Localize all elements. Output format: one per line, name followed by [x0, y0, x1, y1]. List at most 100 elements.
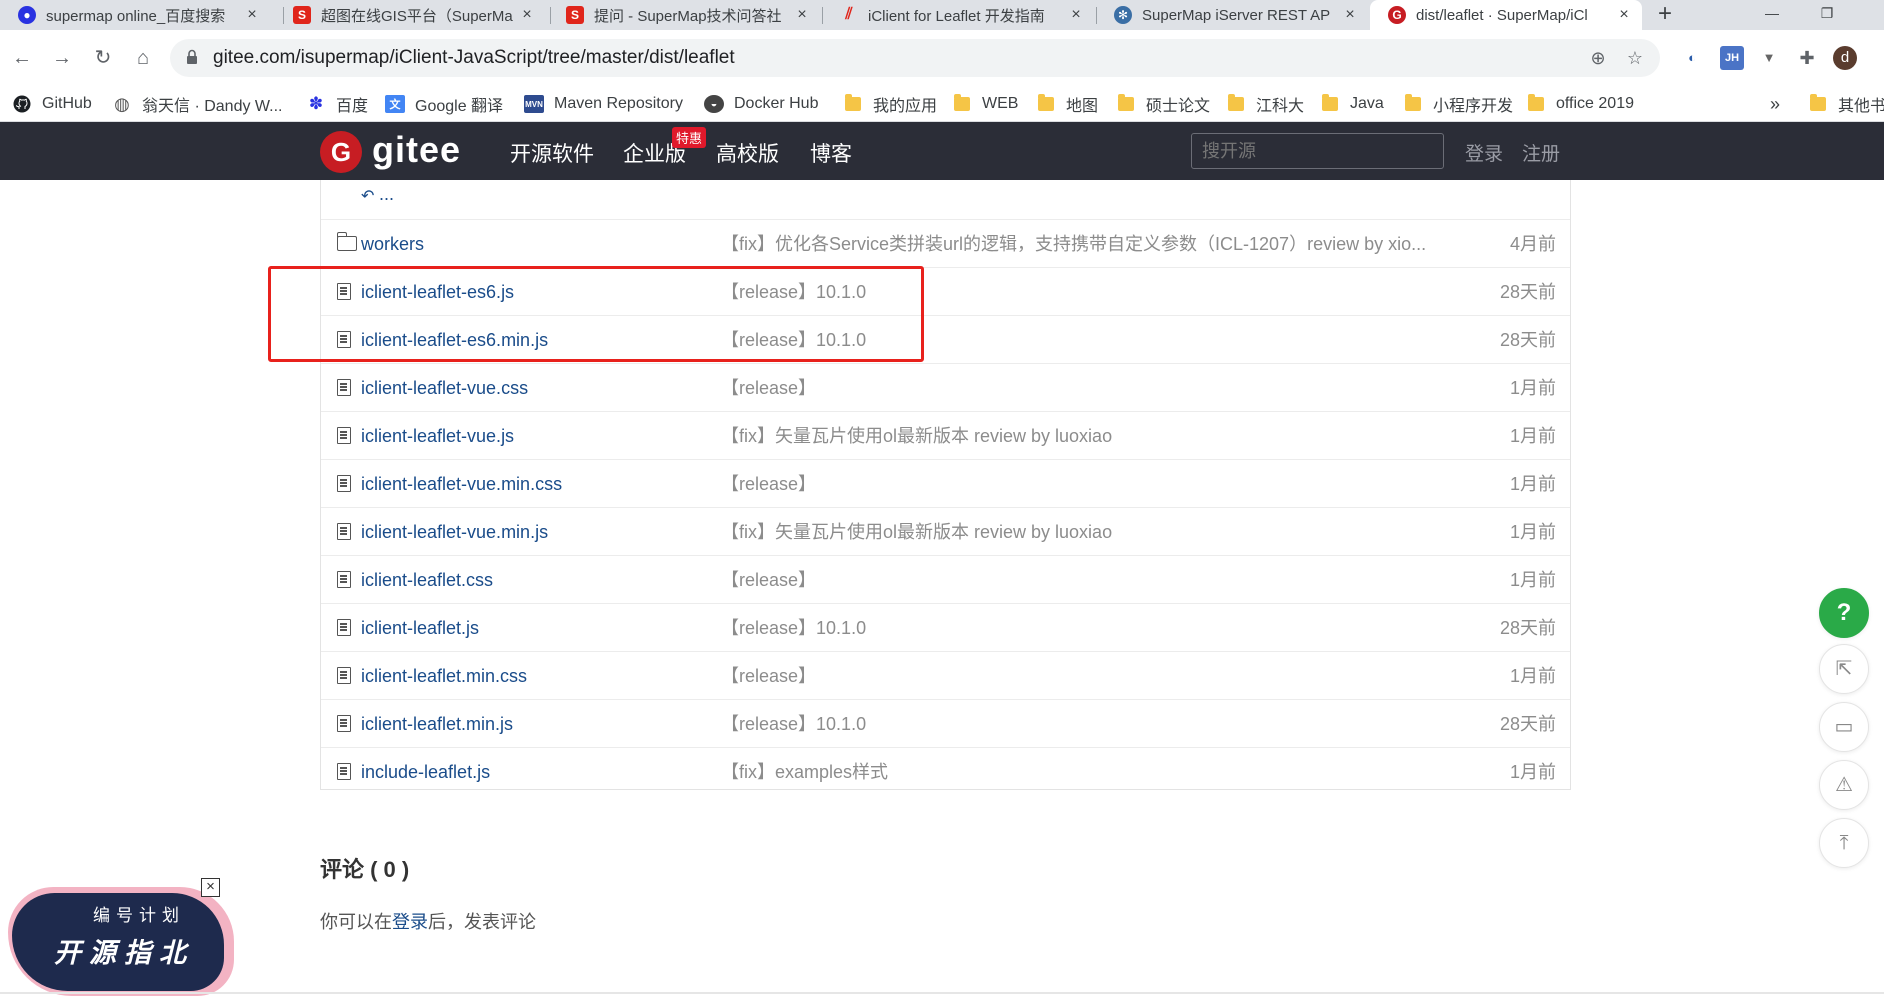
file-name[interactable]: include-leaflet.js: [361, 748, 490, 796]
commit-message[interactable]: 【release】10.1.0: [721, 604, 866, 652]
tab-baidu-search[interactable]: ● supermap online_百度搜索 ×: [0, 0, 270, 30]
bookmark-folder-miniprogram[interactable]: 小程序开发: [1403, 86, 1513, 122]
file-name[interactable]: workers: [361, 220, 424, 268]
file-name[interactable]: iclient-leaflet-vue.js: [361, 412, 514, 460]
bookmark-folder-jkd[interactable]: 江科大: [1226, 86, 1304, 122]
file-name[interactable]: iclient-leaflet.min.js: [361, 700, 513, 748]
parent-directory-link[interactable]: ...: [379, 184, 394, 205]
translate-icon[interactable]: ⊕: [1588, 48, 1608, 68]
file-name[interactable]: iclient-leaflet.min.css: [361, 652, 527, 700]
search-input[interactable]: [1191, 133, 1444, 169]
file-row[interactable]: iclient-leaflet-vue.css 【release】 1月前: [321, 364, 1570, 412]
extension-jh-icon[interactable]: JH: [1720, 46, 1744, 70]
bookmark-other[interactable]: 其他书: [1808, 86, 1884, 122]
minimize-icon[interactable]: —: [1747, 0, 1797, 30]
tab-iclient-guide[interactable]: ⫽ iClient for Leaflet 开发指南 ×: [822, 0, 1094, 30]
feedback-chat-icon[interactable]: ▭: [1819, 702, 1869, 752]
tab-close-icon[interactable]: ×: [794, 6, 810, 24]
commit-message[interactable]: 【fix】优化各Service类拼装url的逻辑，支持携带自定义参数（ICL-1…: [721, 220, 1426, 268]
extension-globe-icon[interactable]: ◐: [1680, 46, 1704, 70]
comments-prompt-prefix: 你可以在: [320, 912, 392, 932]
file-row[interactable]: iclient-leaflet.js 【release】10.1.0 28天前: [321, 604, 1570, 652]
file-icon: [337, 763, 351, 780]
bookmark-folder-map[interactable]: 地图: [1036, 86, 1098, 122]
nav-education[interactable]: 高校版: [716, 138, 779, 168]
file-name[interactable]: iclient-leaflet-vue.css: [361, 364, 528, 412]
tab-close-icon[interactable]: ×: [1616, 6, 1632, 24]
register-link[interactable]: 注册: [1522, 139, 1560, 166]
help-button[interactable]: ?: [1819, 588, 1869, 638]
file-row[interactable]: include-leaflet.js 【fix】examples样式 1月前: [321, 748, 1570, 796]
tab-close-icon[interactable]: ×: [1068, 6, 1084, 24]
home-icon[interactable]: ⌂: [128, 43, 158, 73]
commit-age: 1月前: [1509, 762, 1556, 782]
bookmark-docker-hub[interactable]: ◒ Docker Hub: [704, 86, 818, 122]
bookmark-star-icon[interactable]: ☆: [1625, 48, 1645, 68]
tab-gitee-dist-leaflet[interactable]: G dist/leaflet · SuperMap/iCl ×: [1370, 0, 1642, 30]
tab-supermap-online[interactable]: S 超图在线GIS平台（SuperMa ×: [275, 0, 545, 30]
bookmark-folder-apps[interactable]: 我的应用: [843, 86, 937, 122]
gitee-logo-icon[interactable]: G: [320, 131, 362, 173]
comments-login-link[interactable]: 登录: [392, 912, 428, 932]
extension-vue-icon[interactable]: ▼: [1757, 46, 1781, 70]
browser-toolbar: ← → ↻ ⌂ gitee.com/isupermap/iClient-Java…: [0, 30, 1884, 86]
address-bar[interactable]: gitee.com/isupermap/iClient-JavaScript/t…: [170, 39, 1660, 77]
commit-age: 28天前: [1499, 330, 1556, 350]
file-row[interactable]: workers 【fix】优化各Service类拼装url的逻辑，支持携带自定义…: [321, 220, 1570, 268]
report-warning-icon[interactable]: ⚠: [1819, 760, 1869, 810]
login-link[interactable]: 登录: [1465, 139, 1503, 166]
parent-directory-row[interactable]: ↶ ...: [321, 180, 1570, 220]
bookmark-maven[interactable]: MVN Maven Repository: [524, 86, 683, 122]
file-row[interactable]: iclient-leaflet.css 【release】 1月前: [321, 556, 1570, 604]
tab-close-icon[interactable]: ×: [519, 6, 535, 24]
commit-message[interactable]: 【release】: [721, 460, 816, 508]
restore-icon[interactable]: ❐: [1802, 0, 1852, 30]
promo-close-icon[interactable]: ×: [201, 878, 220, 897]
file-name[interactable]: iclient-leaflet-vue.min.js: [361, 508, 548, 556]
tab-title: iClient for Leaflet 开发指南: [868, 7, 1045, 25]
commit-message[interactable]: 【fix】矢量瓦片使用ol最新版本 review by luoxiao: [721, 508, 1112, 556]
bookmark-folder-thesis[interactable]: 硕士论文: [1116, 86, 1210, 122]
gitee-brand[interactable]: gitee: [372, 129, 461, 171]
bookmark-folder-web[interactable]: WEB: [952, 86, 1018, 122]
back-to-top-icon[interactable]: ⤒: [1819, 818, 1869, 868]
commit-message[interactable]: 【release】: [721, 364, 816, 412]
share-icon[interactable]: ⇱: [1819, 644, 1869, 694]
tab-close-icon[interactable]: ×: [1342, 6, 1358, 24]
file-row[interactable]: iclient-leaflet-vue.min.js 【fix】矢量瓦片使用ol…: [321, 508, 1570, 556]
file-name[interactable]: iclient-leaflet.js: [361, 604, 479, 652]
bookmark-baidu[interactable]: ✽ 百度: [306, 86, 368, 122]
file-row[interactable]: iclient-leaflet-vue.js 【fix】矢量瓦片使用ol最新版本…: [321, 412, 1570, 460]
nav-blog[interactable]: 博客: [810, 138, 852, 168]
open-source-guide-promo[interactable]: 编号计划 开源指北 ×: [8, 878, 234, 996]
commit-message[interactable]: 【release】: [721, 652, 816, 700]
bookmark-folder-java[interactable]: Java: [1320, 86, 1384, 122]
tab-iserver-rest[interactable]: ✻ SuperMap iServer REST AP ×: [1096, 0, 1368, 30]
bookmark-label: Google 翻译: [415, 98, 504, 115]
reload-icon[interactable]: ↻: [88, 43, 118, 73]
commit-message[interactable]: 【release】: [721, 556, 816, 604]
file-row[interactable]: iclient-leaflet.min.js 【release】10.1.0 2…: [321, 700, 1570, 748]
commit-message[interactable]: 【fix】矢量瓦片使用ol最新版本 review by luoxiao: [721, 412, 1112, 460]
file-icon: [337, 475, 351, 492]
bookmarks-overflow-chevron-icon[interactable]: »: [1770, 86, 1780, 122]
profile-avatar[interactable]: d: [1833, 46, 1857, 70]
new-tab-button[interactable]: +: [1650, 0, 1680, 30]
back-arrow-icon: ↶: [361, 188, 375, 205]
bookmark-github[interactable]: GitHub: [12, 86, 92, 122]
bookmark-folder-office[interactable]: office 2019: [1526, 86, 1634, 122]
bookmark-google-translate[interactable]: 文 Google 翻译: [385, 86, 503, 122]
tab-close-icon[interactable]: ×: [244, 6, 260, 24]
tab-supermap-qa[interactable]: S 提问 - SuperMap技术问答社 ×: [548, 0, 820, 30]
back-arrow-icon[interactable]: ←: [7, 43, 37, 73]
file-name[interactable]: iclient-leaflet-vue.min.css: [361, 460, 562, 508]
file-name[interactable]: iclient-leaflet.css: [361, 556, 493, 604]
file-row[interactable]: iclient-leaflet-vue.min.css 【release】 1月…: [321, 460, 1570, 508]
commit-message[interactable]: 【release】10.1.0: [721, 700, 866, 748]
extensions-puzzle-icon[interactable]: ✚: [1795, 46, 1819, 70]
file-row[interactable]: iclient-leaflet.min.css 【release】 1月前: [321, 652, 1570, 700]
nav-open-source[interactable]: 开源软件: [510, 138, 594, 168]
commit-message[interactable]: 【fix】examples样式: [721, 748, 888, 796]
forward-arrow-icon[interactable]: →: [47, 43, 77, 73]
bookmark-dandy[interactable]: ◍ 翁天信 · Dandy W...: [112, 86, 282, 122]
